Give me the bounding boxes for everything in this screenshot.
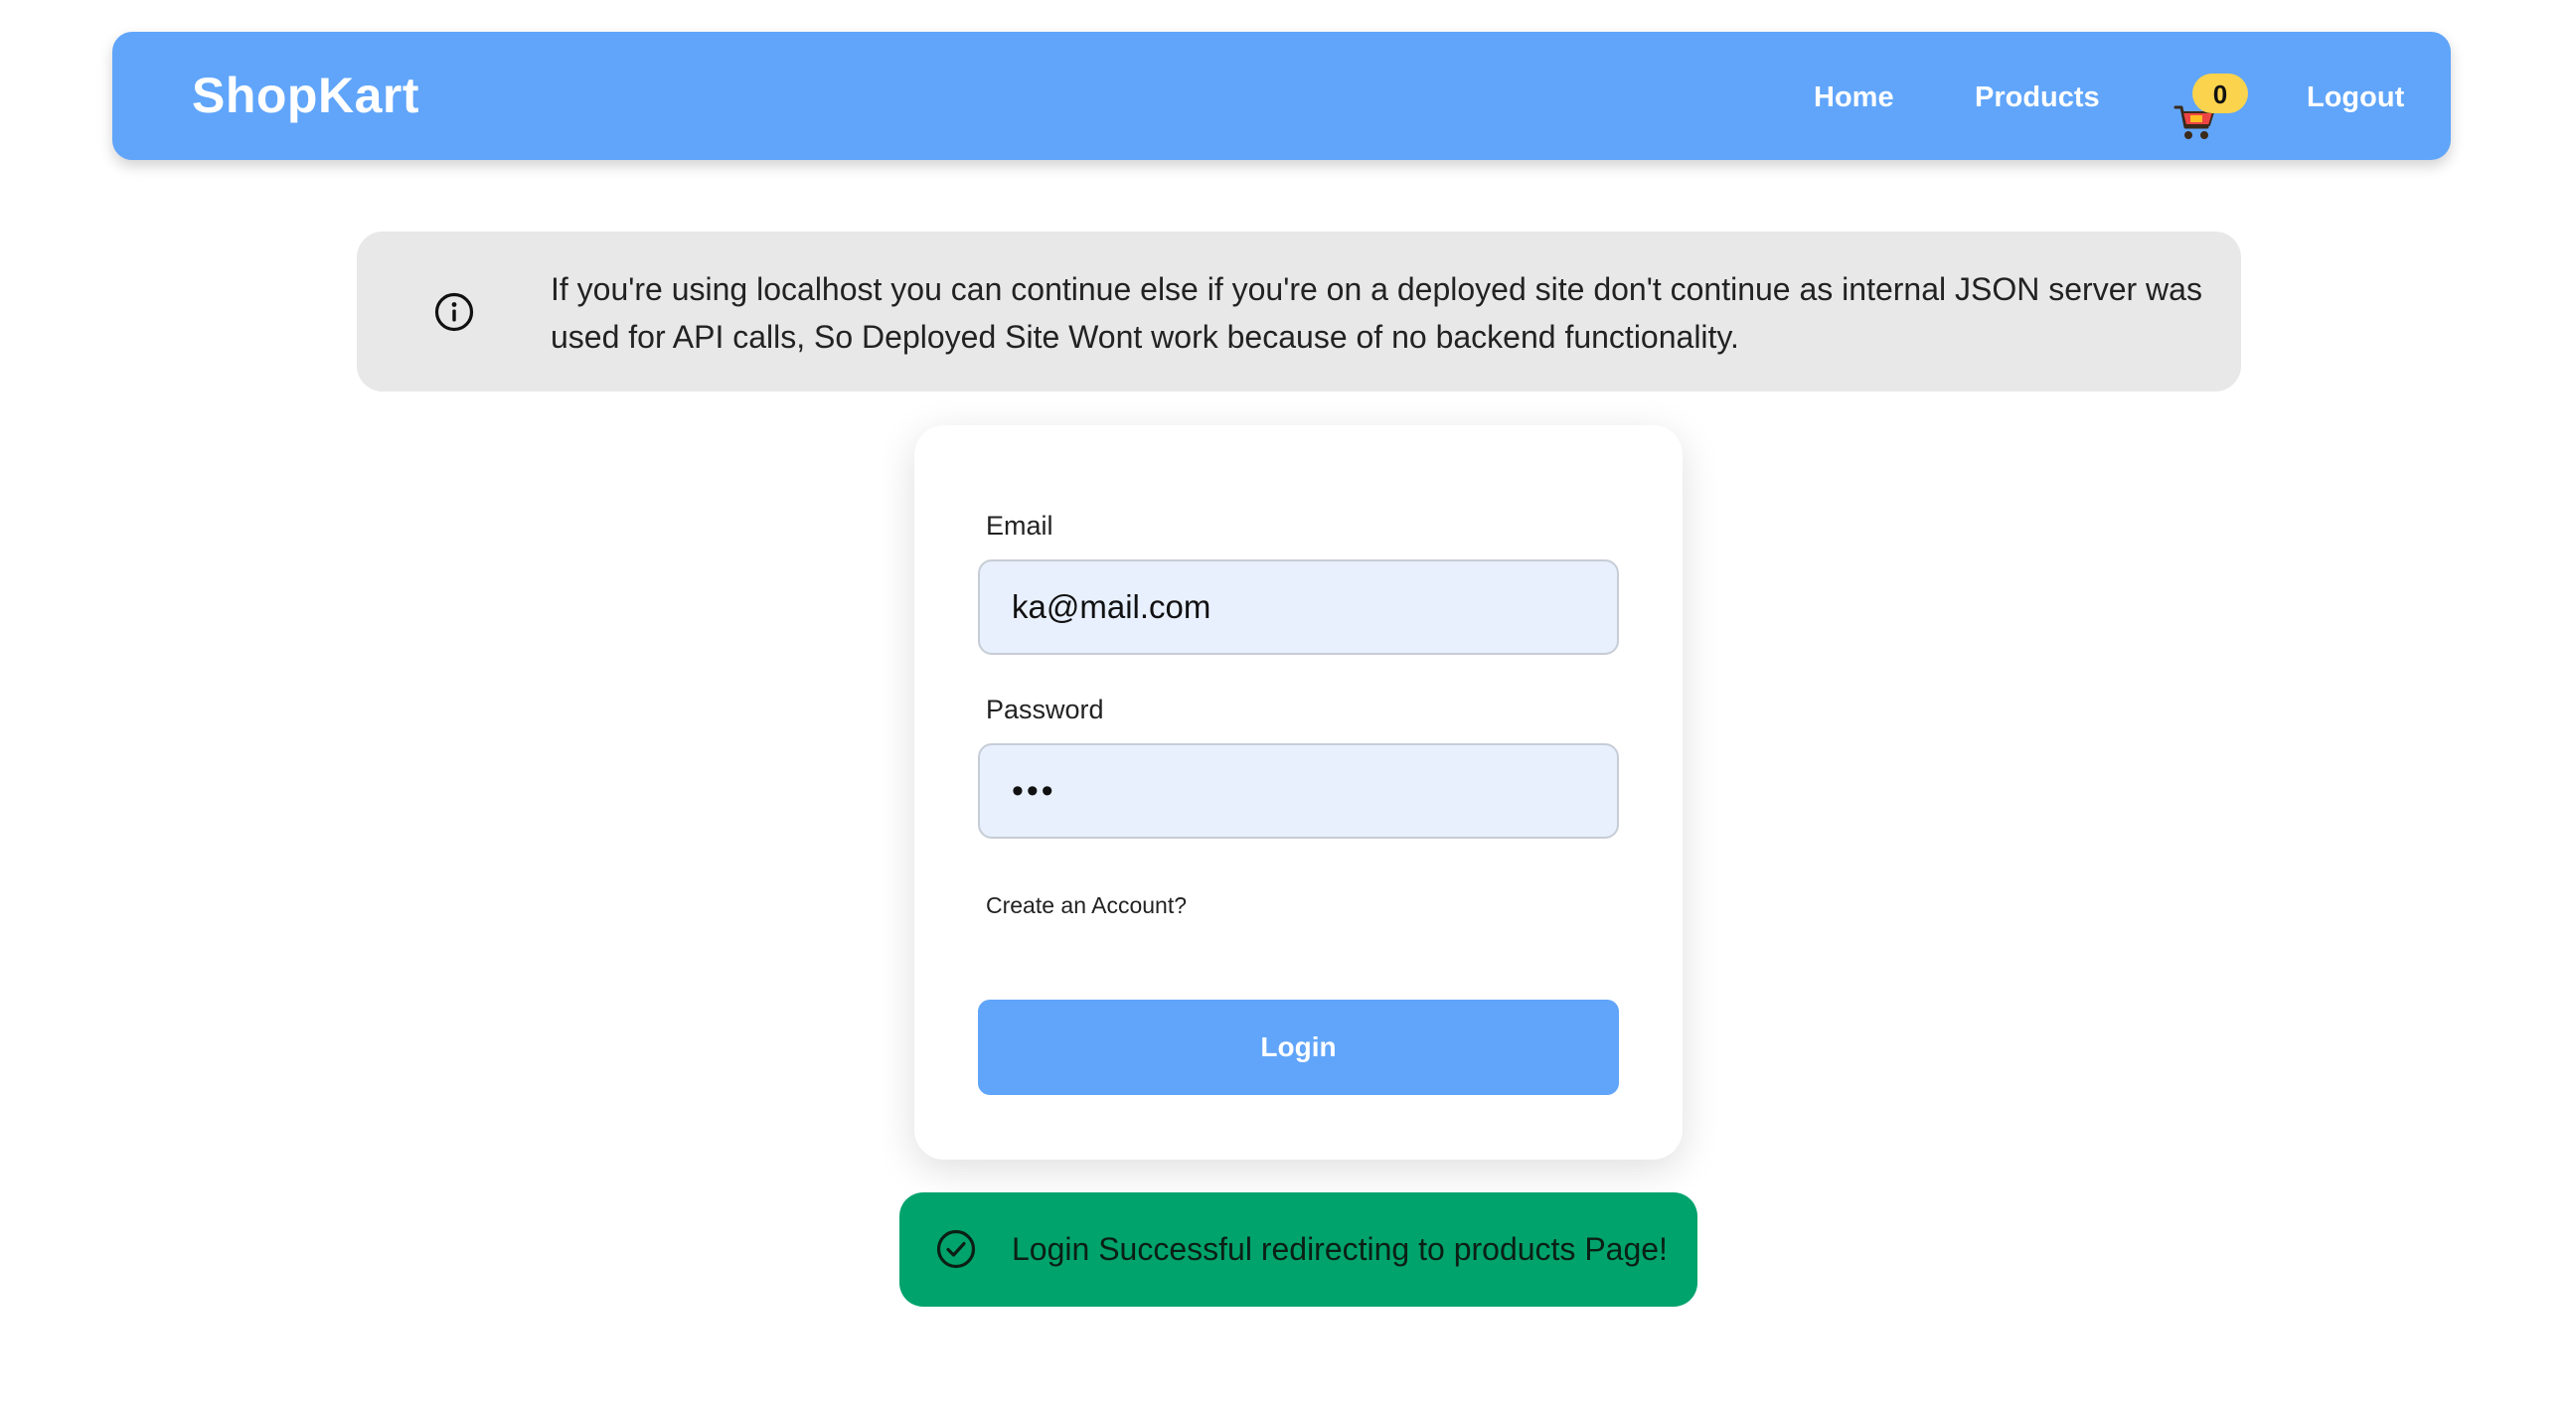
nav-link-logout[interactable]: Logout	[2307, 32, 2404, 160]
create-account-link[interactable]: Create an Account?	[986, 892, 1187, 919]
brand-logo[interactable]: ShopKart	[192, 32, 419, 160]
email-label: Email	[986, 511, 1053, 541]
info-alert: If you're using localhost you can contin…	[357, 232, 2241, 392]
info-icon	[434, 292, 474, 332]
toast-message: Login Successful redirecting to products…	[1012, 1231, 1668, 1267]
cart-count-badge: 0	[2192, 74, 2248, 113]
login-form-card: Email Password Create an Account? Login	[914, 425, 1683, 1160]
email-field[interactable]	[978, 559, 1619, 655]
success-toast: Login Successful redirecting to products…	[899, 1192, 1697, 1307]
check-circle-icon	[936, 1229, 976, 1269]
login-button[interactable]: Login	[978, 1000, 1619, 1095]
nav-link-products[interactable]: Products	[1975, 32, 2100, 160]
navbar: ShopKart Home Products 0 Logout	[112, 32, 2451, 160]
info-alert-text: If you're using localhost you can contin…	[551, 271, 2202, 355]
password-field[interactable]	[978, 743, 1619, 839]
password-label: Password	[986, 695, 1104, 724]
nav-link-home[interactable]: Home	[1814, 32, 1894, 160]
cart-button[interactable]: 0	[2174, 74, 2263, 143]
